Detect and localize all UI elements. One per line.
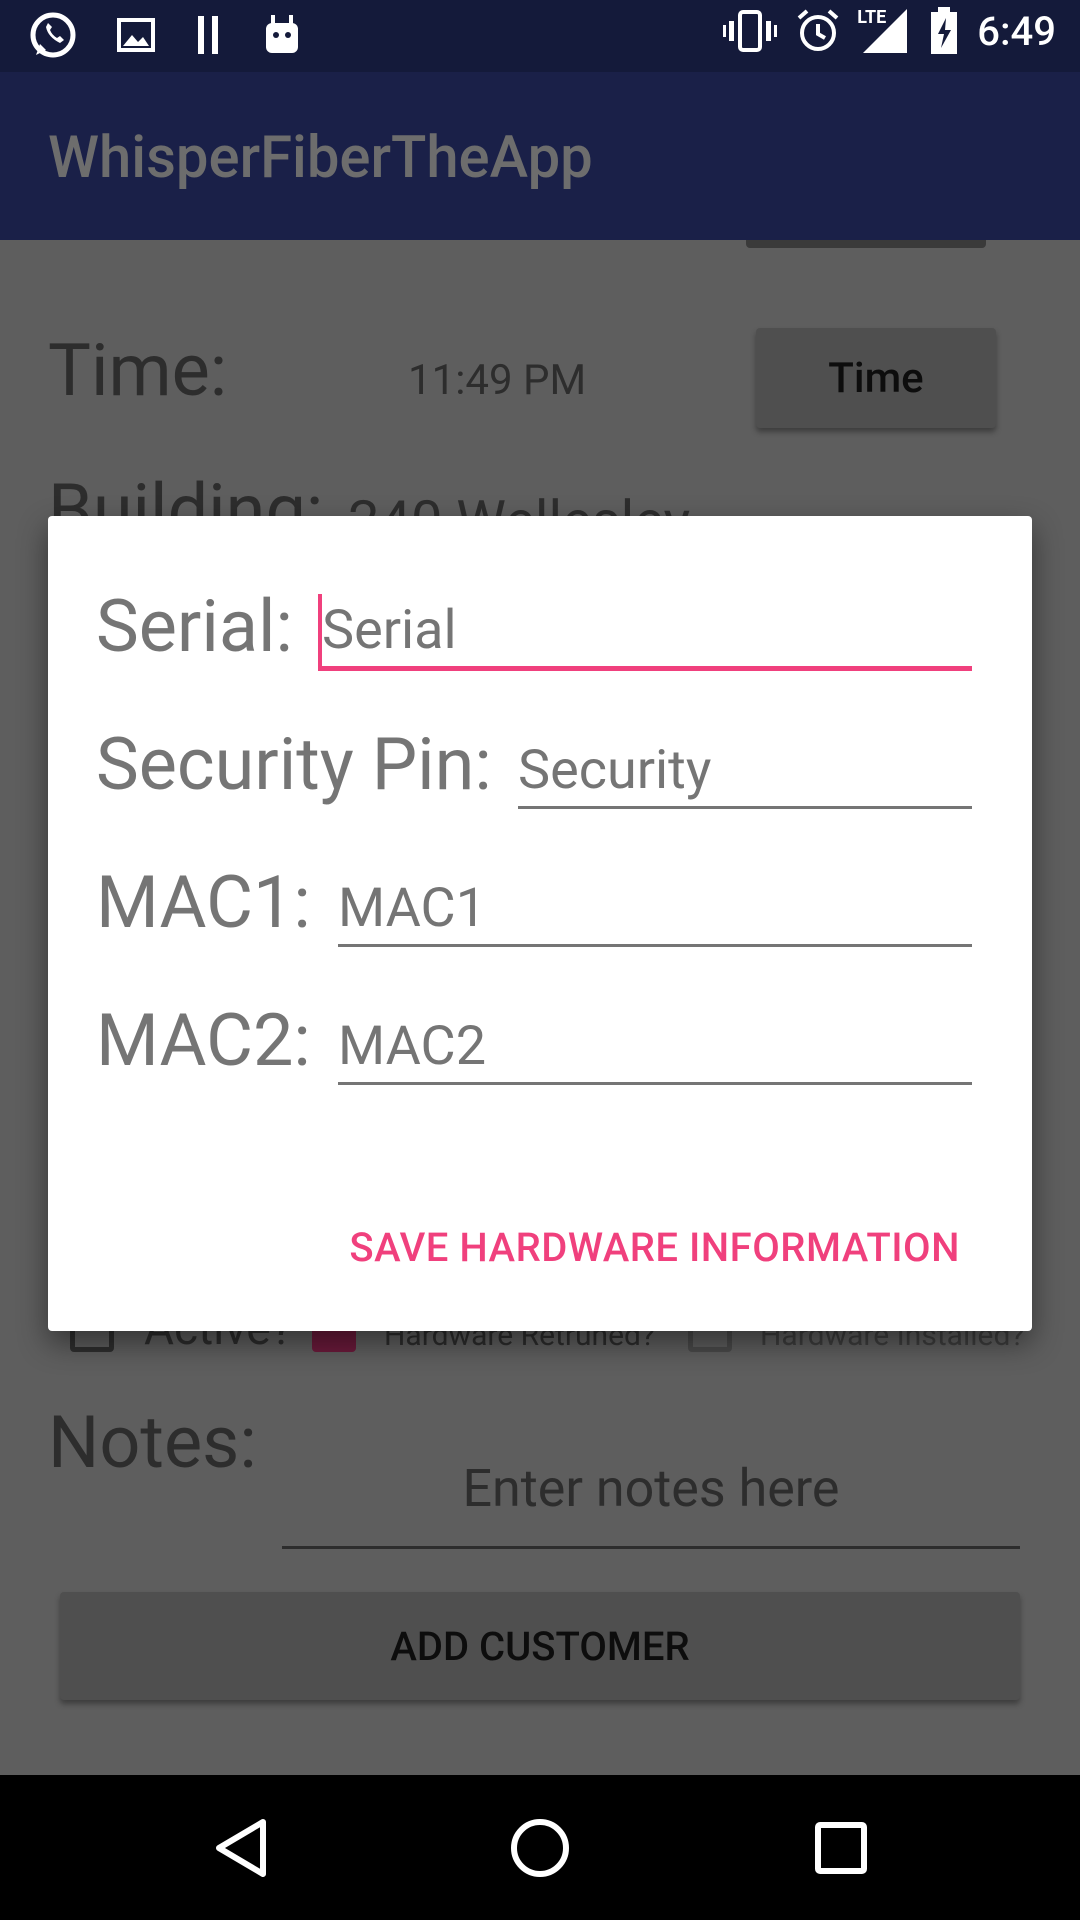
notes-placeholder: Enter notes here [462,1457,840,1519]
alarm-icon [795,8,841,54]
time-button[interactable]: Time [756,328,996,428]
notes-input[interactable]: Enter notes here [282,1430,1020,1549]
navigation-bar [0,1775,1080,1920]
serial-placeholder: Serial [322,598,457,662]
mac1-placeholder: MAC1 [338,876,487,940]
mac2-label: MAC2: [96,998,311,1083]
network-type-label: LTE [857,7,887,28]
mac2-input[interactable]: MAC2 [338,1010,972,1085]
status-bar: LTE 6:49 [0,0,1080,72]
serial-input[interactable]: Serial [318,594,972,671]
save-hardware-button[interactable]: SAVE HARDWARE INFORMATION [349,1224,960,1271]
app-title: WhisperFiberTheApp [48,124,593,192]
scrolled-field-underline [746,240,986,248]
battery-charging-icon [929,6,959,56]
signal-icon: LTE [857,7,911,55]
android-icon [262,13,302,57]
security-pin-placeholder: Security [518,738,712,802]
pause-icon [194,12,224,58]
back-icon[interactable] [206,1813,276,1883]
hardware-dialog: Serial: Serial Security Pin: Security MA… [48,516,1032,1331]
notes-label: Notes: [48,1400,257,1485]
whatsapp-icon [28,10,78,60]
time-label: Time: [48,328,228,413]
image-icon [116,15,156,55]
serial-label: Serial: [96,584,293,669]
app-bar: WhisperFiberTheApp [0,72,1080,240]
recents-icon[interactable] [806,1813,876,1883]
mac1-label: MAC1: [96,860,311,945]
time-value: 11:49 PM [408,356,587,405]
mac2-placeholder: MAC2 [338,1014,487,1078]
home-icon[interactable] [505,1813,575,1883]
vibrate-icon [723,8,778,54]
security-pin-label: Security Pin: [96,722,492,807]
mac1-input[interactable]: MAC1 [338,872,972,947]
security-pin-input[interactable]: Security [518,734,972,809]
add-customer-button[interactable]: ADD CUSTOMER [60,1592,1020,1700]
clock-time: 6:49 [977,7,1056,55]
